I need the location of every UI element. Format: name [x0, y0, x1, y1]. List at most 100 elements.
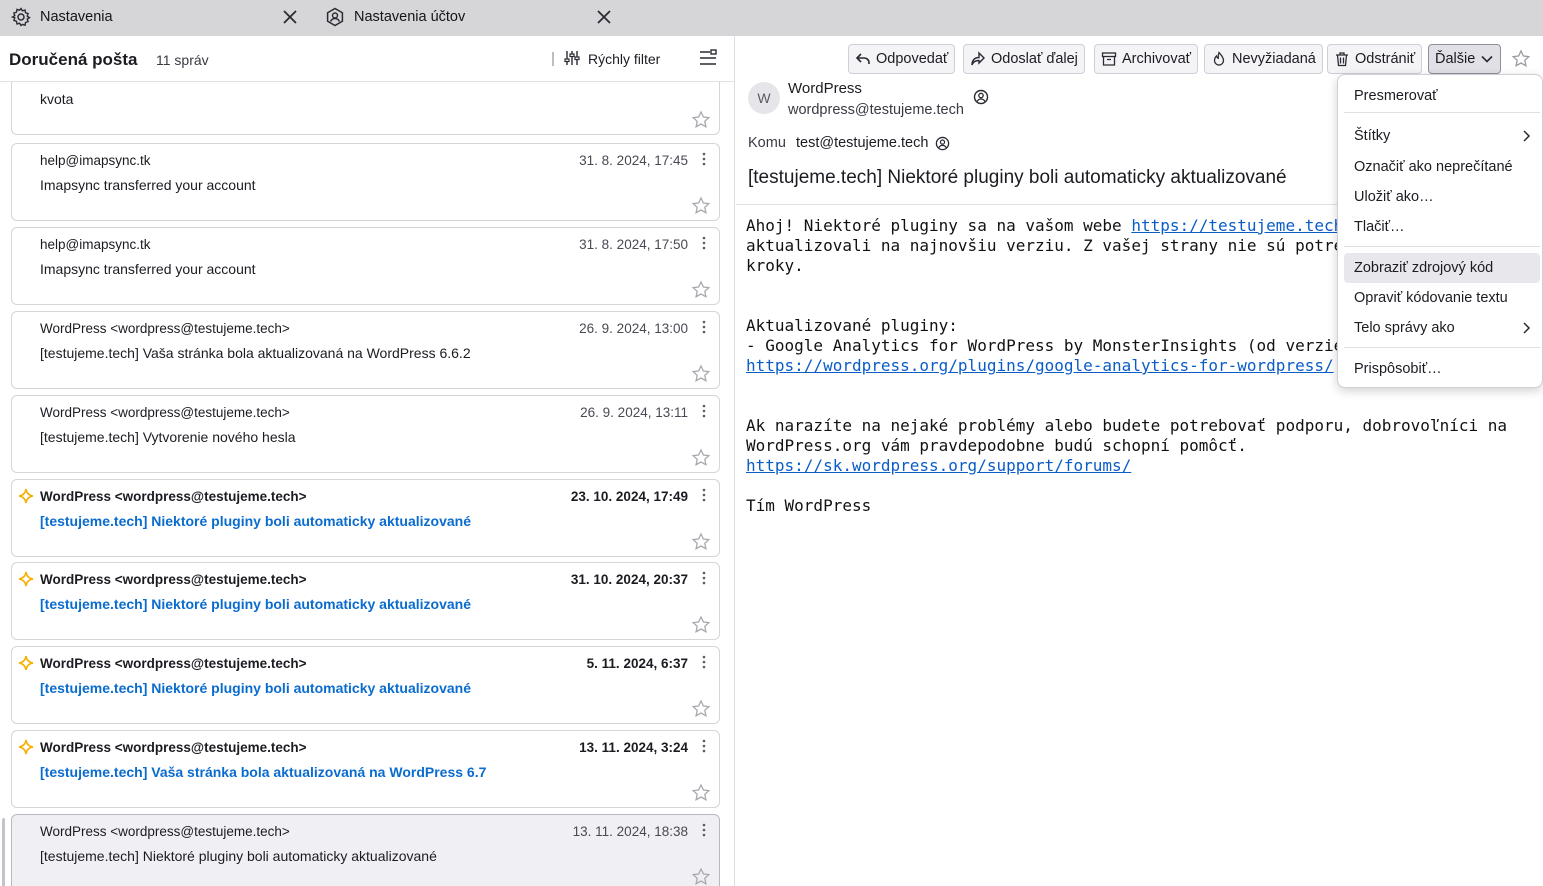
message-card[interactable]: WordPress <wordpress@testujeme.tech> 13. …	[11, 814, 720, 886]
menu-item[interactable]: Prispôsobiť…	[1344, 354, 1540, 384]
message-subject: [testujeme.tech] Vaša stránka bola aktua…	[40, 764, 487, 780]
star-icon[interactable]	[691, 280, 711, 300]
tab-account-settings[interactable]: Nastavenia účtov	[324, 0, 624, 34]
chevron-down-icon	[1481, 55, 1493, 63]
reply-button[interactable]: Odpovedať	[848, 44, 956, 74]
folder-header: Doručená pošta 11 správ Rýchly filter	[0, 36, 734, 82]
star-icon[interactable]	[691, 196, 711, 216]
from-address[interactable]: wordpress@testujeme.tech	[788, 102, 964, 118]
message-card[interactable]: WordPress <wordpress@testujeme.tech> 13. …	[11, 730, 720, 808]
contact-icon[interactable]	[973, 89, 989, 105]
delete-label: Odstrániť	[1355, 51, 1416, 67]
message-date: 31. 10. 2024, 20:37	[570, 572, 688, 587]
body-link[interactable]: https://wordpress.org/plugins/google-ana…	[746, 356, 1334, 375]
star-icon[interactable]	[691, 448, 711, 468]
message-sender: WordPress <wordpress@testujeme.tech>	[40, 405, 290, 420]
menu-separator	[1344, 112, 1540, 113]
from-name[interactable]: WordPress	[788, 80, 862, 97]
list-view-options-icon[interactable]	[698, 48, 720, 70]
body-text: kroky.	[746, 256, 804, 275]
message-card[interactable]: help@imapsync.tk 31. 8. 2024, 17:50 Imapsy…	[11, 227, 720, 305]
star-icon[interactable]	[691, 615, 711, 635]
message-sender: help@imapsync.tk	[40, 153, 151, 168]
more-options-icon[interactable]	[701, 403, 707, 419]
message-date: 31. 8. 2024, 17:50	[579, 237, 688, 252]
more-options-icon[interactable]	[701, 151, 707, 167]
star-icon[interactable]	[691, 364, 711, 384]
more-options-icon[interactable]	[701, 654, 707, 670]
star-icon[interactable]	[691, 110, 711, 130]
message-card[interactable]: WordPress <wordpress@testujeme.tech> 31. …	[11, 562, 720, 640]
star-icon[interactable]	[691, 699, 711, 719]
forward-button[interactable]: Odoslať ďalej	[963, 44, 1085, 74]
archive-button[interactable]: Archivovať	[1094, 44, 1199, 74]
more-options-icon[interactable]	[701, 487, 707, 503]
folder-name: Doručená pošta	[9, 50, 138, 69]
star-icon[interactable]	[691, 532, 711, 552]
close-icon[interactable]	[594, 7, 614, 27]
message-count: 11 správ	[156, 52, 209, 68]
filter-icon	[564, 50, 580, 69]
menu-separator	[1344, 246, 1540, 247]
star-icon[interactable]	[691, 867, 711, 886]
more-menu: Presmerovať Štítky Označiť ako neprečítané…	[1337, 74, 1543, 388]
message-subject: [testujeme.tech] Niektoré pluginy boli a…	[40, 596, 471, 612]
menu-item[interactable]: Zobraziť zdrojový kód	[1344, 253, 1540, 283]
chevron-right-icon	[1520, 321, 1532, 335]
menu-item-label: Označiť ako neprečítané	[1354, 159, 1513, 175]
reply-label: Odpovedať	[876, 51, 949, 67]
menu-item[interactable]: Štítky	[1344, 121, 1540, 151]
body-link[interactable]: https://sk.wordpress.org/support/forums/	[746, 456, 1131, 475]
more-options-icon[interactable]	[701, 570, 707, 586]
menu-item[interactable]: Uložiť ako…	[1344, 182, 1540, 212]
menu-item-label: Zobraziť zdrojový kód	[1354, 260, 1494, 276]
tab-bar: Nastavenia Nastavenia účtov	[0, 0, 1543, 36]
new-message-icon	[17, 655, 35, 673]
more-options-icon[interactable]	[701, 319, 707, 335]
junk-label: Nevyžiadaná	[1232, 51, 1316, 67]
message-date: 13. 11. 2024, 18:38	[572, 824, 688, 839]
contact-icon[interactable]	[935, 136, 951, 152]
tab-settings[interactable]: Nastavenia	[10, 0, 310, 34]
message-sender: WordPress <wordpress@testujeme.tech>	[40, 824, 290, 839]
body-link[interactable]: https://testujeme.tech	[1131, 216, 1343, 235]
message-card[interactable]: WordPress <wordpress@testujeme.tech> 26. …	[11, 311, 720, 389]
close-icon[interactable]	[280, 7, 300, 27]
menu-item[interactable]: Označiť ako neprečítané	[1344, 152, 1540, 182]
to-address[interactable]: test@testujeme.tech	[796, 135, 928, 151]
message-list: Michal Michalovic <michal.michalovic@web…	[0, 82, 734, 886]
message-subject: Imapsync transferred your account	[40, 261, 256, 277]
avatar: W	[748, 82, 780, 114]
message-sender: WordPress <wordpress@testujeme.tech>	[40, 656, 307, 671]
quick-filter-button[interactable]: Rýchly filter	[564, 48, 660, 70]
junk-button[interactable]: Nevyžiadaná	[1204, 44, 1323, 74]
more-button[interactable]: Ďalšie	[1428, 44, 1502, 74]
new-message-icon	[17, 488, 35, 506]
message-date: 13. 11. 2024, 3:24	[579, 740, 688, 755]
message-subject: [testujeme.tech] Niektoré pluginy boli a…	[40, 680, 471, 696]
menu-item[interactable]: Opraviť kódovanie textu	[1344, 283, 1540, 313]
menu-item[interactable]: Presmerovať	[1344, 81, 1540, 111]
message-date: 26. 9. 2024, 13:00	[579, 321, 688, 336]
body-text: Ahoj! Niektoré pluginy sa na vašom webe	[746, 216, 1132, 235]
menu-item[interactable]: Telo správy ako	[1344, 313, 1540, 343]
more-options-icon[interactable]	[701, 738, 707, 754]
message-card[interactable]: WordPress <wordpress@testujeme.tech> 26. …	[11, 395, 720, 473]
new-message-icon	[17, 571, 35, 589]
message-card[interactable]: WordPress <wordpress@testujeme.tech> 23. …	[11, 479, 720, 557]
more-options-icon[interactable]	[701, 822, 707, 838]
message-card[interactable]: Michal Michalovic <michal.michalovic@web…	[11, 82, 720, 135]
message-card[interactable]: WordPress <wordpress@testujeme.tech> 5. 1…	[11, 646, 720, 724]
more-label: Ďalšie	[1435, 51, 1476, 67]
message-card[interactable]: help@imapsync.tk 31. 8. 2024, 17:45 Imapsy…	[11, 143, 720, 221]
reply-icon	[855, 53, 870, 64]
star-icon[interactable]	[691, 783, 711, 803]
body-text: Tím WordPress	[746, 496, 872, 515]
menu-item[interactable]: Tlačiť…	[1344, 212, 1540, 242]
message-sender: WordPress <wordpress@testujeme.tech>	[40, 572, 307, 587]
menu-item-label: Telo správy ako	[1354, 320, 1455, 336]
more-options-icon[interactable]	[701, 235, 707, 251]
message-date: 23. 10. 2024, 17:49	[570, 489, 688, 504]
star-icon[interactable]	[1511, 49, 1531, 69]
delete-button[interactable]: Odstrániť	[1327, 44, 1423, 74]
